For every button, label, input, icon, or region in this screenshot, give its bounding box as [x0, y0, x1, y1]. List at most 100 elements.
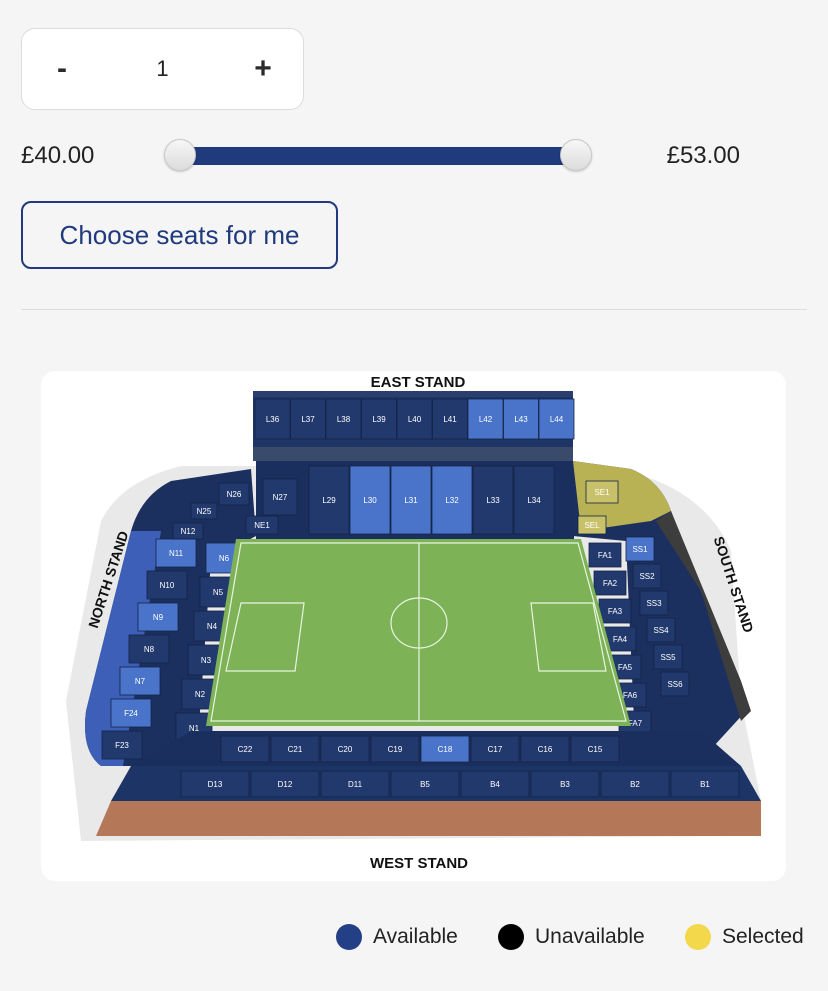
section-l30[interactable]: L30: [349, 465, 391, 535]
section-label: N8: [144, 645, 155, 654]
section-n12[interactable]: N12: [172, 522, 204, 540]
section-l38[interactable]: L38: [325, 398, 362, 440]
section-l33[interactable]: L33: [472, 465, 514, 535]
section-label: L38: [337, 415, 351, 424]
divider: [21, 309, 807, 310]
section-ss4[interactable]: SS4: [646, 617, 676, 643]
section-l44[interactable]: L44: [538, 398, 575, 440]
section-se1[interactable]: SE1: [585, 480, 619, 504]
section-l32[interactable]: L32: [431, 465, 473, 535]
section-label: FA3: [608, 607, 623, 616]
section-label: C16: [538, 745, 553, 754]
section-label: N26: [227, 490, 242, 499]
section-label: D12: [278, 780, 293, 789]
section-c17[interactable]: C17: [470, 735, 520, 763]
section-ss5[interactable]: SS5: [653, 644, 683, 670]
price-range-slider[interactable]: [164, 138, 592, 174]
section-fa3[interactable]: FA3: [598, 598, 632, 624]
section-l42[interactable]: L42: [467, 398, 504, 440]
section-ne1[interactable]: NE1: [245, 515, 279, 535]
section-label: FA4: [613, 635, 628, 644]
legend-available-label: Available: [373, 925, 458, 948]
section-n8[interactable]: N8: [128, 634, 170, 664]
section-label: SEL: [584, 521, 600, 530]
section-ss2[interactable]: SS2: [632, 563, 662, 589]
section-label: NE1: [254, 521, 270, 530]
max-price-handle[interactable]: [560, 139, 592, 171]
legend-available: Available: [336, 924, 458, 950]
east-upper-stand: L36 L37 L38 L39 L40 L41 L42 L43 L44: [253, 391, 575, 461]
section-label: F23: [115, 741, 129, 750]
section-c19[interactable]: C19: [370, 735, 420, 763]
legend-selected: Selected: [685, 924, 804, 950]
section-n7[interactable]: N7: [119, 666, 161, 696]
section-n9[interactable]: N9: [137, 602, 179, 632]
section-n26[interactable]: N26: [218, 482, 250, 506]
section-l43[interactable]: L43: [503, 398, 539, 440]
stadium-map[interactable]: EAST STAND WEST STAND NORTH STAND SOUTH …: [41, 371, 786, 881]
section-c21[interactable]: C21: [270, 735, 320, 763]
section-b5[interactable]: B5: [390, 770, 460, 798]
section-b2[interactable]: B2: [600, 770, 670, 798]
section-ss1[interactable]: SS1: [625, 536, 655, 562]
section-label: L41: [443, 415, 457, 424]
min-price-label: £40.00: [21, 142, 95, 169]
section-label: C17: [488, 745, 503, 754]
section-l34[interactable]: L34: [513, 465, 555, 535]
section-b4[interactable]: B4: [460, 770, 530, 798]
section-fa1[interactable]: FA1: [588, 542, 622, 568]
section-n10[interactable]: N10: [146, 570, 188, 600]
section-label: N6: [219, 554, 230, 563]
section-label: N7: [135, 677, 146, 686]
section-l37[interactable]: L37: [290, 398, 326, 440]
section-label: N11: [169, 549, 184, 558]
section-label: L31: [404, 496, 418, 505]
section-n27[interactable]: N27: [262, 478, 298, 516]
section-f23[interactable]: F23: [101, 730, 143, 760]
section-n25[interactable]: N25: [190, 502, 218, 520]
section-l36[interactable]: L36: [254, 398, 291, 440]
section-l39[interactable]: L39: [361, 398, 397, 440]
east-stand-label: EAST STAND: [371, 374, 466, 391]
section-fa2[interactable]: FA2: [593, 570, 627, 596]
section-label: N5: [213, 588, 224, 597]
min-price-handle[interactable]: [164, 139, 196, 171]
section-label: B1: [700, 780, 710, 789]
section-label: SS2: [639, 572, 655, 581]
section-n11[interactable]: N11: [155, 538, 197, 568]
section-c20[interactable]: C20: [320, 735, 370, 763]
section-sel[interactable]: SEL: [577, 515, 607, 535]
legend-unavailable: Unavailable: [498, 924, 645, 950]
section-d12[interactable]: D12: [250, 770, 320, 798]
choose-seats-button[interactable]: Choose seats for me: [21, 201, 338, 269]
section-l41[interactable]: L41: [432, 398, 468, 440]
quantity-stepper: - 1 +: [21, 28, 304, 110]
section-label: L44: [550, 415, 564, 424]
section-label: C18: [438, 745, 453, 754]
section-ss6[interactable]: SS6: [660, 671, 690, 697]
section-c15[interactable]: C15: [570, 735, 620, 763]
decrease-quantity-button[interactable]: -: [22, 29, 102, 109]
section-label: L36: [266, 415, 280, 424]
section-c22[interactable]: C22: [220, 735, 270, 763]
section-c18[interactable]: C18: [420, 735, 470, 763]
section-d11[interactable]: D11: [320, 770, 390, 798]
section-l29[interactable]: L29: [308, 465, 350, 535]
section-b3[interactable]: B3: [530, 770, 600, 798]
section-label: C15: [588, 745, 603, 754]
section-label: FA6: [623, 691, 638, 700]
section-f24[interactable]: F24: [110, 698, 152, 728]
section-b1[interactable]: B1: [670, 770, 740, 798]
section-c16[interactable]: C16: [520, 735, 570, 763]
west-stand: C22 C21 C20 C19 C18 C17 C16 C15 D13 D12 D11 B5 B4 B3…: [96, 731, 761, 836]
section-label: C20: [338, 745, 353, 754]
section-d13[interactable]: D13: [180, 770, 250, 798]
section-label: N12: [181, 527, 196, 536]
section-label: L42: [479, 415, 493, 424]
section-l31[interactable]: L31: [390, 465, 432, 535]
section-l40[interactable]: L40: [396, 398, 433, 440]
section-ss3[interactable]: SS3: [639, 590, 669, 616]
section-label: L43: [514, 415, 528, 424]
increase-quantity-button[interactable]: +: [223, 29, 303, 109]
section-label: C21: [288, 745, 303, 754]
